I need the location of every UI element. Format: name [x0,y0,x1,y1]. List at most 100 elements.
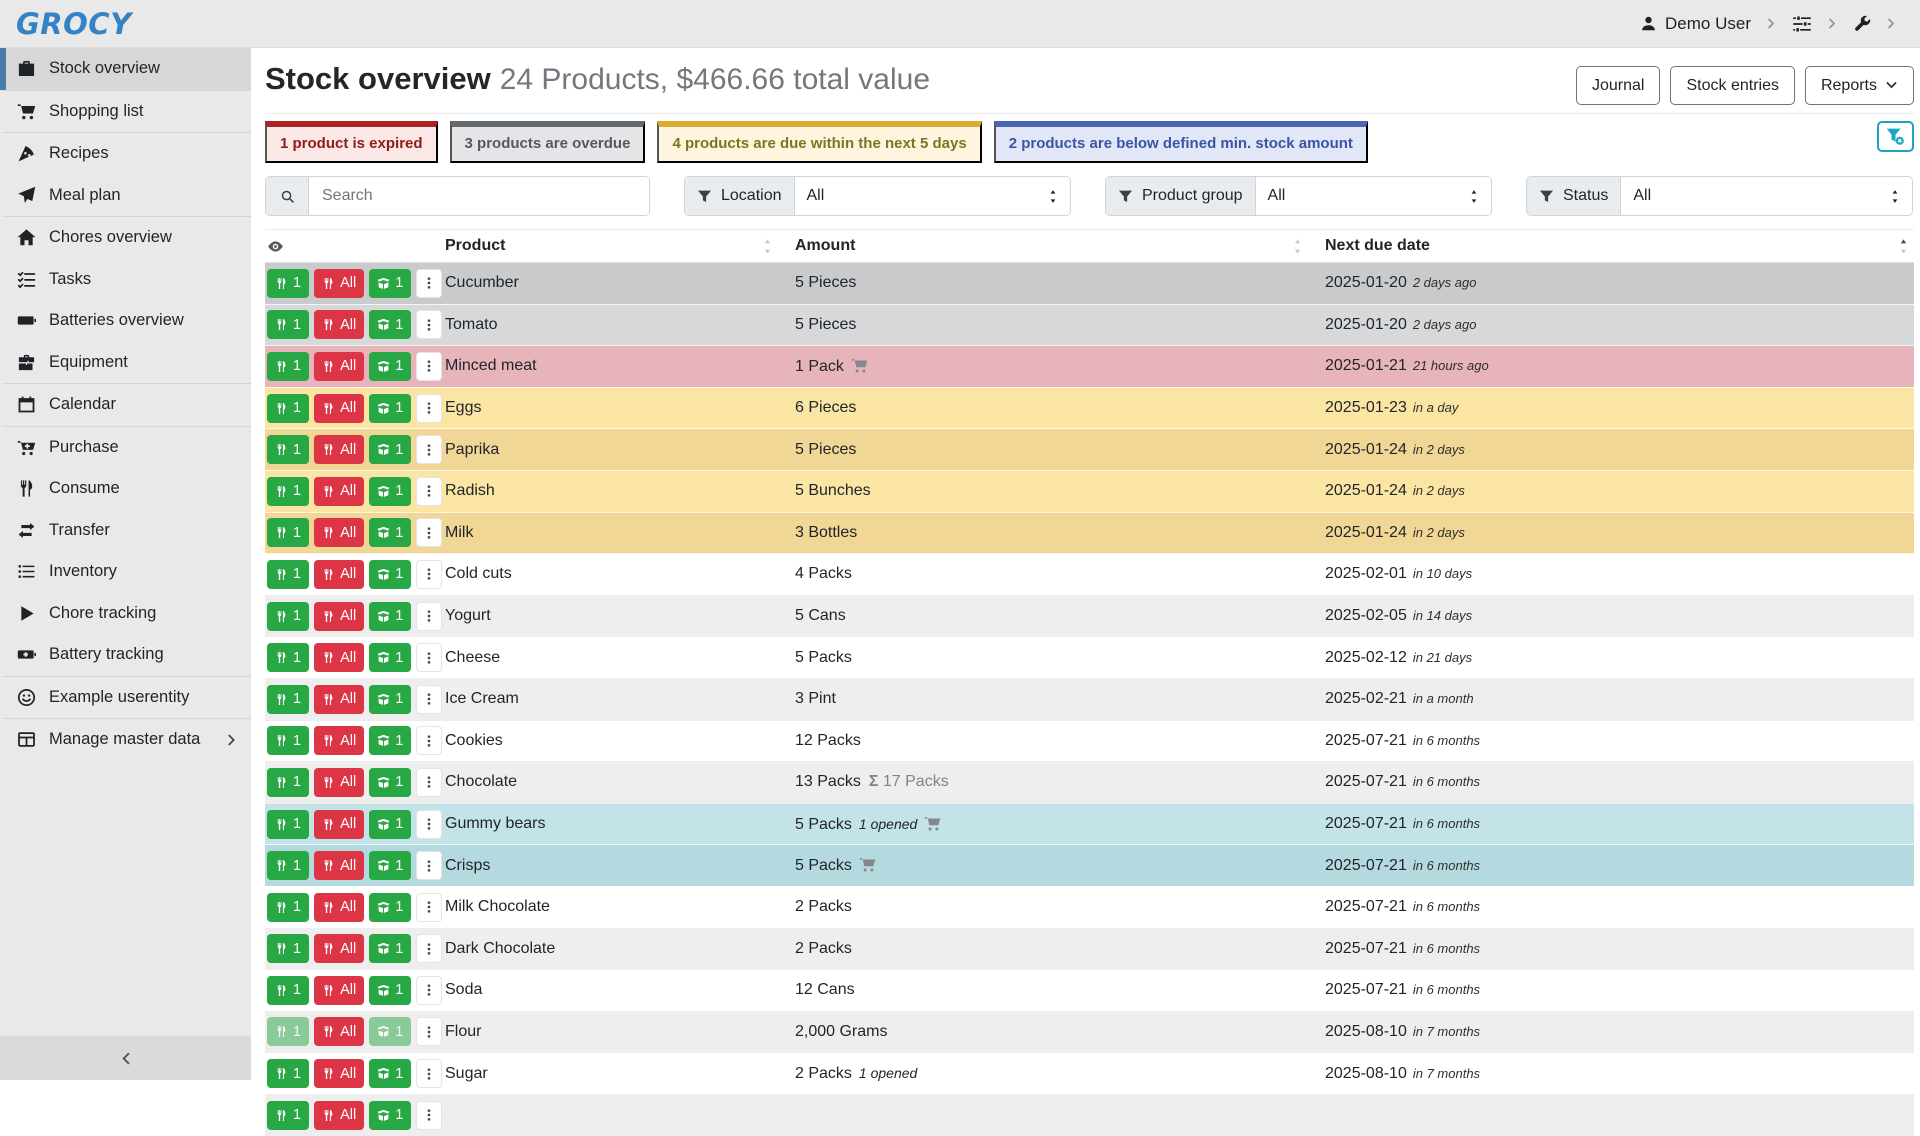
user-menu[interactable]: Demo User [1640,14,1751,34]
consume-all-button[interactable]: All [314,310,364,339]
consume-all-button[interactable]: All [314,685,364,714]
product-column-header[interactable]: Product [445,230,795,263]
consume-one-button[interactable]: 1 [267,1101,309,1130]
consume-one-button[interactable]: 1 [267,685,309,714]
row-menu-button[interactable] [416,310,442,339]
consume-one-button[interactable]: 1 [267,810,309,839]
row-menu-button[interactable] [416,851,442,880]
row-menu-button[interactable] [416,726,442,755]
row-menu-button[interactable] [416,643,442,672]
consume-one-button[interactable]: 1 [267,310,309,339]
table-row[interactable]: 1 All 1 Eggs 6 Pieces 2025-01-23in a day [265,387,1914,429]
journal-button[interactable]: Journal [1576,66,1660,105]
sidebar-collapse-button[interactable] [0,1036,251,1080]
row-menu-button[interactable] [416,1017,442,1046]
open-one-button[interactable]: 1 [369,768,411,797]
search-input[interactable] [309,177,649,215]
consume-one-button[interactable]: 1 [267,518,309,547]
table-row[interactable]: 1 All 1 Sugar 2 Packs1 opened 2025-08-10… [265,1053,1914,1095]
open-one-button[interactable]: 1 [369,934,411,963]
sidebar-item-equipment[interactable]: Equipment [0,342,251,384]
sidebar-item-example-userentity[interactable]: Example userentity [0,676,251,719]
clear-filters-button[interactable] [1877,121,1914,152]
consume-all-button[interactable]: All [314,726,364,755]
open-one-button[interactable]: 1 [369,643,411,672]
consume-all-button[interactable]: All [314,934,364,963]
consume-all-button[interactable]: All [314,976,364,1005]
consume-one-button[interactable]: 1 [267,976,309,1005]
table-row[interactable]: 1 All 1 Yogurt 5 Cans 2025-02-05in 14 da… [265,595,1914,637]
sidebar-item-purchase[interactable]: Purchase [0,426,251,469]
row-menu-button[interactable] [416,394,442,423]
status-select[interactable]: All [1621,177,1912,215]
status-badge[interactable]: 1 product is expired [265,121,438,163]
open-one-button[interactable]: 1 [369,685,411,714]
row-menu-button[interactable] [416,477,442,506]
table-row[interactable]: 1 All 1 Cheese 5 Packs 2025-02-12in 21 d… [265,637,1914,679]
row-menu-button[interactable] [416,435,442,464]
consume-all-button[interactable]: All [314,643,364,672]
consume-one-button[interactable]: 1 [267,851,309,880]
consume-all-button[interactable]: All [314,518,364,547]
row-menu-button[interactable] [416,810,442,839]
reports-button[interactable]: Reports [1805,66,1914,105]
open-one-button[interactable]: 1 [369,352,411,381]
open-one-button[interactable]: 1 [369,810,411,839]
sidebar-item-batteries-overview[interactable]: Batteries overview [0,300,251,342]
consume-all-button[interactable]: All [314,893,364,922]
table-row[interactable]: 1 All 1 [265,1094,1914,1136]
row-menu-button[interactable] [416,685,442,714]
sidebar-item-shopping-list[interactable]: Shopping list [0,90,251,133]
table-row[interactable]: 1 All 1 Gummy bears 5 Packs1 opened 2025… [265,803,1914,845]
open-one-button[interactable]: 1 [369,477,411,506]
sidebar-item-consume[interactable]: Consume [0,468,251,510]
row-menu-button[interactable] [416,518,442,547]
row-menu-button[interactable] [416,768,442,797]
consume-one-button[interactable]: 1 [267,477,309,506]
sidebar-item-chores-overview[interactable]: Chores overview [0,216,251,259]
row-menu-button[interactable] [416,893,442,922]
open-one-button[interactable]: 1 [369,851,411,880]
sidebar-item-transfer[interactable]: Transfer [0,510,251,552]
consume-one-button[interactable]: 1 [267,893,309,922]
consume-all-button[interactable]: All [314,269,364,298]
sidebar-item-chore-tracking[interactable]: Chore tracking [0,593,251,635]
open-one-button[interactable]: 1 [369,560,411,589]
open-one-button[interactable]: 1 [369,1059,411,1088]
consume-all-button[interactable]: All [314,560,364,589]
consume-one-button[interactable]: 1 [267,269,309,298]
grocy-logo[interactable]: GROCY [16,7,132,41]
consume-one-button[interactable]: 1 [267,602,309,631]
consume-all-button[interactable]: All [314,435,364,464]
consume-one-button[interactable]: 1 [267,1017,309,1046]
consume-one-button[interactable]: 1 [267,394,309,423]
table-row[interactable]: 1 All 1 Milk Chocolate 2 Packs 2025-07-2… [265,886,1914,928]
consume-all-button[interactable]: All [314,602,364,631]
consume-all-button[interactable]: All [314,1017,364,1046]
open-one-button[interactable]: 1 [369,518,411,547]
table-row[interactable]: 1 All 1 Milk 3 Bottles 2025-01-24in 2 da… [265,512,1914,554]
sidebar-item-manage-master-data[interactable]: Manage master data [0,718,251,761]
row-menu-button[interactable] [416,976,442,1005]
sidebar-item-calendar[interactable]: Calendar [0,383,251,426]
sidebar-item-battery-tracking[interactable]: Battery tracking [0,634,251,676]
open-one-button[interactable]: 1 [369,602,411,631]
table-row[interactable]: 1 All 1 Cookies 12 Packs 2025-07-21in 6 … [265,720,1914,762]
consume-all-button[interactable]: All [314,1101,364,1130]
open-one-button[interactable]: 1 [369,1101,411,1130]
open-one-button[interactable]: 1 [369,269,411,298]
consume-one-button[interactable]: 1 [267,560,309,589]
table-row[interactable]: 1 All 1 Dark Chocolate 2 Packs 2025-07-2… [265,928,1914,970]
consume-all-button[interactable]: All [314,768,364,797]
sidebar-item-recipes[interactable]: Recipes [0,132,251,175]
sliders-icon[interactable] [1792,14,1812,34]
consume-one-button[interactable]: 1 [267,768,309,797]
row-menu-button[interactable] [416,560,442,589]
consume-all-button[interactable]: All [314,477,364,506]
open-one-button[interactable]: 1 [369,310,411,339]
table-row[interactable]: 1 All 1 Radish 5 Bunches 2025-01-24in 2 … [265,470,1914,512]
row-menu-button[interactable] [416,352,442,381]
row-menu-button[interactable] [416,934,442,963]
row-menu-button[interactable] [416,1101,442,1130]
table-row[interactable]: 1 All 1 Soda 12 Cans 2025-07-21in 6 mont… [265,970,1914,1012]
